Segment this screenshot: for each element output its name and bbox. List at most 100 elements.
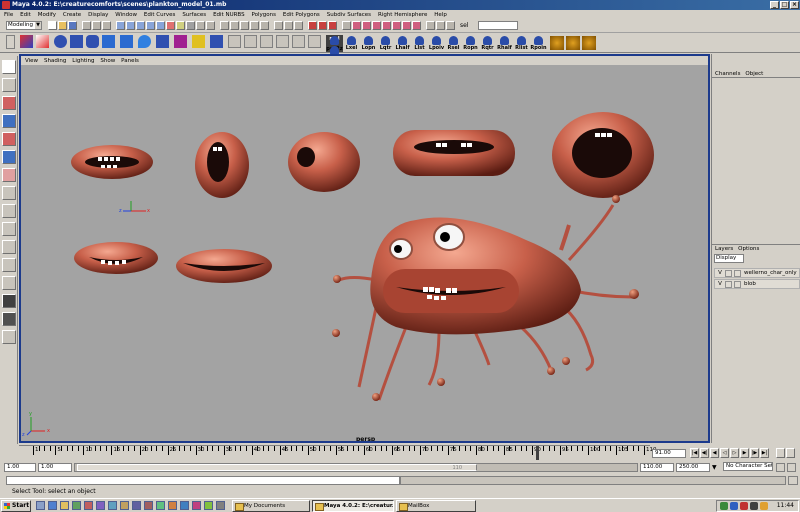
history-icon[interactable]	[274, 21, 283, 30]
open-scene-icon[interactable]	[58, 21, 67, 30]
shelf-button-lopn[interactable]: Lopn	[360, 35, 377, 52]
tab-channels[interactable]: Channels	[715, 71, 740, 77]
quicklaunch-app-icon-6[interactable]	[132, 501, 141, 510]
tray-app-icon-2[interactable]	[740, 502, 748, 510]
select-joints-icon[interactable]	[126, 21, 135, 30]
highlight-selection-icon[interactable]	[206, 21, 215, 30]
menu-file[interactable]: File	[4, 12, 13, 18]
quicklaunch-ie-icon[interactable]	[48, 501, 57, 510]
shelf-button-rlist[interactable]: Rlist	[513, 35, 530, 52]
mouth-model-4[interactable]	[393, 130, 515, 176]
menu-shading[interactable]: Shading	[44, 58, 66, 64]
script-editor-icon[interactable]	[788, 476, 798, 485]
cv-curve-icon[interactable]	[20, 35, 33, 48]
layer-color-swatch[interactable]	[734, 270, 741, 277]
menu-view[interactable]: View	[25, 58, 38, 64]
shelf-tool-icon-3[interactable]	[260, 35, 273, 48]
shelf-tool-icon-5[interactable]	[292, 35, 305, 48]
menu-edit[interactable]: Edit	[20, 12, 31, 18]
menu-right-hemisphere[interactable]: Right Hemisphere	[378, 12, 427, 18]
quicklaunch-app-icon-3[interactable]	[96, 501, 105, 510]
quicklaunch-app-icon-12[interactable]	[204, 501, 213, 510]
command-input[interactable]	[6, 476, 400, 485]
toolbar-icon-i[interactable]	[436, 21, 445, 30]
menu-modify[interactable]: Modify	[38, 12, 56, 18]
render-globals-icon[interactable]	[328, 21, 337, 30]
layer-visibility-toggle[interactable]: V	[716, 280, 724, 288]
layout-graph-icon[interactable]	[2, 276, 16, 290]
lasso-tool-icon[interactable]	[2, 78, 16, 92]
range-slider-handle[interactable]: 110	[77, 464, 477, 471]
shelf-button-llst[interactable]: Llst	[411, 35, 428, 52]
ipr-render-icon[interactable]	[318, 21, 327, 30]
layer-row[interactable]: V blob	[714, 279, 800, 289]
menu-edit-nurbs[interactable]: Edit NURBS	[213, 12, 245, 18]
menu-help[interactable]: Help	[434, 12, 447, 18]
toolbar-icon-j[interactable]	[446, 21, 455, 30]
new-scene-icon[interactable]	[48, 21, 57, 30]
layer-color-swatch[interactable]	[734, 281, 741, 288]
shelf-button-rpoin[interactable]: Rpoin	[530, 35, 547, 52]
loft-icon[interactable]	[138, 35, 151, 48]
scale-tool-icon[interactable]	[2, 132, 16, 146]
character-key-icon[interactable]	[776, 463, 785, 472]
manipulator-tool-icon[interactable]	[2, 150, 16, 164]
select-deformations-icon[interactable]	[156, 21, 165, 30]
task-mailbox[interactable]: MailBox	[396, 500, 476, 512]
mouth-model-2[interactable]	[195, 132, 249, 198]
move-tool-icon[interactable]	[2, 96, 16, 110]
tool-icon-a[interactable]	[352, 21, 361, 30]
tab-options[interactable]: Options	[738, 246, 759, 252]
playback-prefs-icon[interactable]	[786, 448, 795, 458]
mouth-model-5[interactable]	[552, 112, 654, 198]
quick-select-input[interactable]	[478, 21, 518, 30]
last-tool-icon[interactable]	[2, 168, 16, 182]
select-object-icon[interactable]	[92, 21, 101, 30]
layout-outliner-icon[interactable]	[2, 258, 16, 272]
tool-icon-f[interactable]	[402, 21, 411, 30]
layer-type-dropdown[interactable]: Display	[714, 254, 744, 263]
nurbs-cube-icon[interactable]	[70, 35, 83, 48]
nurbs-plane-icon[interactable]	[102, 35, 115, 48]
tool-icon-d[interactable]	[382, 21, 391, 30]
shelf-button-lxel[interactable]: Lxel	[343, 35, 360, 52]
quicklaunch-explorer-icon[interactable]	[60, 501, 69, 510]
shelf-button-lhalf[interactable]: Lhalf	[394, 35, 411, 52]
planar-icon[interactable]	[192, 35, 205, 48]
title-bar[interactable]: Maya 4.0.2: E:\creaturecomforts\scenes\p…	[0, 0, 800, 10]
current-time-marker[interactable]	[536, 446, 540, 460]
tray-app-icon-1[interactable]	[730, 502, 738, 510]
character-set-chevron-icon[interactable]: ▼	[712, 464, 717, 471]
layout-four-icon[interactable]	[2, 204, 16, 218]
shelf-menu-icon[interactable]	[6, 35, 15, 49]
shelf-button-ropn[interactable]: Ropn	[462, 35, 479, 52]
nurbs-cylinder-icon[interactable]	[86, 35, 99, 48]
mouth-model-6[interactable]	[74, 242, 158, 274]
inputs-icon[interactable]	[284, 21, 293, 30]
time-slider[interactable]: 1510152025303540455055606570758085909510…	[19, 445, 657, 460]
toolbar-icon-h[interactable]	[426, 21, 435, 30]
menu-window[interactable]: Window	[115, 12, 137, 18]
maya-app-icon[interactable]	[2, 1, 10, 9]
tool-icon-b[interactable]	[362, 21, 371, 30]
select-hierarchy-icon[interactable]	[82, 21, 91, 30]
current-frame-field[interactable]: 91.00	[652, 449, 686, 458]
quicklaunch-app-icon-10[interactable]	[180, 501, 189, 510]
end-time-field[interactable]: 250.00	[676, 463, 710, 472]
quicklaunch-app-icon-1[interactable]	[72, 501, 81, 510]
mouth-model-1[interactable]	[71, 145, 153, 179]
revolve-icon[interactable]	[120, 35, 133, 48]
menu-surfaces[interactable]: Surfaces	[182, 12, 206, 18]
ep-curve-icon[interactable]	[36, 35, 49, 48]
nurbs-sphere-icon[interactable]	[54, 35, 67, 48]
quicklaunch-app-icon-9[interactable]	[168, 501, 177, 510]
snap-view-plane-icon[interactable]	[250, 21, 259, 30]
go-to-start-icon[interactable]: |◀	[690, 448, 699, 458]
snap-grid-icon[interactable]	[220, 21, 229, 30]
outputs-icon[interactable]	[294, 21, 303, 30]
auto-key-icon[interactable]	[776, 448, 785, 458]
range-slider-track[interactable]: 110	[74, 463, 638, 472]
menu-polygons[interactable]: Polygons	[252, 12, 276, 18]
step-back-key-icon[interactable]: ◀	[710, 448, 719, 458]
attach-icon[interactable]	[210, 35, 223, 48]
